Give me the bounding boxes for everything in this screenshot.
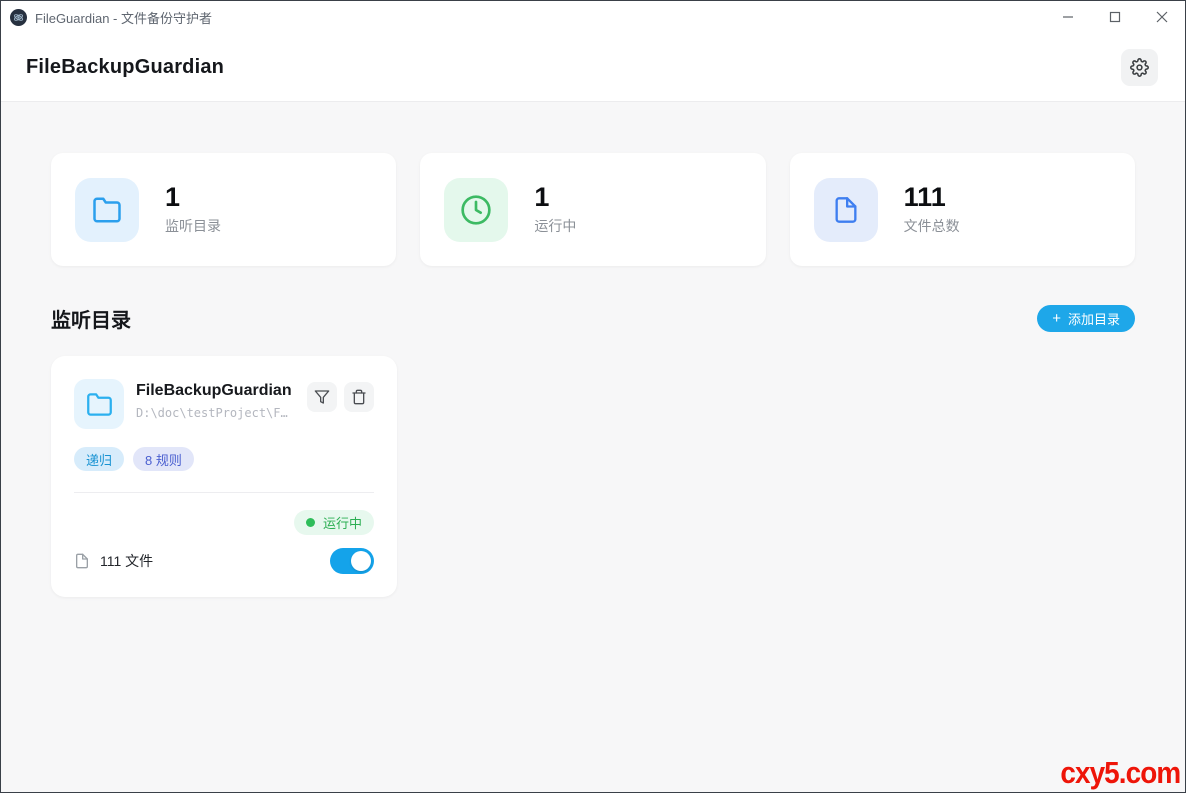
toggle-knob <box>351 551 371 571</box>
section-title: 监听目录 <box>51 304 131 333</box>
close-button[interactable] <box>1138 1 1185 33</box>
stat-label: 运行中 <box>534 216 576 236</box>
directory-name: FileBackupGuardian <box>136 382 307 400</box>
folder-icon <box>75 178 139 242</box>
add-directory-button[interactable]: + 添加目录 <box>1037 305 1135 332</box>
directory-card-header: FileBackupGuardian D:\doc\testProject\F… <box>74 379 374 429</box>
filter-icon <box>314 389 330 405</box>
window-titlebar: FileGuardian - 文件备份守护者 <box>1 1 1185 33</box>
window-controls <box>1044 1 1185 33</box>
stat-card-monitored-dirs: 1 监听目录 <box>51 153 396 266</box>
plus-icon: + <box>1052 311 1061 326</box>
status-label: 运行中 <box>323 513 362 532</box>
gear-icon <box>1130 58 1149 77</box>
clock-icon <box>444 178 508 242</box>
maximize-icon <box>1109 11 1121 23</box>
tag-rules-count: 8 规则 <box>133 447 194 471</box>
app-header: FileBackupGuardian <box>1 33 1185 102</box>
stat-card-total-files: 111 文件总数 <box>790 153 1135 266</box>
directory-actions <box>307 379 374 412</box>
settings-button[interactable] <box>1121 49 1158 86</box>
app-logo-icon <box>10 9 27 26</box>
window-title: FileGuardian - 文件备份守护者 <box>35 8 212 27</box>
divider <box>74 492 374 493</box>
page-title: FileBackupGuardian <box>26 56 224 79</box>
stat-label: 文件总数 <box>904 216 960 236</box>
close-icon <box>1156 11 1168 23</box>
add-directory-label: 添加目录 <box>1068 309 1120 328</box>
directory-card: FileBackupGuardian D:\doc\testProject\F… <box>51 356 397 597</box>
folder-icon <box>74 379 124 429</box>
directory-info: FileBackupGuardian D:\doc\testProject\F… <box>136 379 307 420</box>
stat-value: 1 <box>534 183 576 211</box>
main-content: 1 监听目录 1 运行中 111 文件总数 <box>1 102 1185 597</box>
directory-path: D:\doc\testProject\F… <box>136 406 307 420</box>
stat-value: 111 <box>904 183 960 211</box>
minimize-button[interactable] <box>1044 1 1091 33</box>
watermark-text: cxy5.com <box>1060 755 1180 791</box>
stat-label: 监听目录 <box>165 216 221 236</box>
delete-directory-button[interactable] <box>344 382 374 412</box>
stat-value: 1 <box>165 183 221 211</box>
status-row: 运行中 <box>74 510 374 535</box>
file-icon <box>814 178 878 242</box>
section-header-row: 监听目录 + 添加目录 <box>51 304 1135 333</box>
status-dot-icon <box>306 518 315 527</box>
minimize-icon <box>1062 11 1074 23</box>
monitor-toggle[interactable] <box>330 548 374 574</box>
filter-rules-button[interactable] <box>307 382 337 412</box>
trash-icon <box>351 389 367 405</box>
maximize-button[interactable] <box>1091 1 1138 33</box>
file-icon <box>74 553 90 569</box>
status-badge: 运行中 <box>294 510 374 535</box>
directory-tags: 递归 8 规则 <box>74 447 374 471</box>
file-count-label: 111 文件 <box>100 551 153 571</box>
stat-card-running: 1 运行中 <box>420 153 765 266</box>
file-count-row: 111 文件 <box>74 548 374 574</box>
tag-recursive: 递归 <box>74 447 124 471</box>
stats-row: 1 监听目录 1 运行中 111 文件总数 <box>51 153 1135 266</box>
